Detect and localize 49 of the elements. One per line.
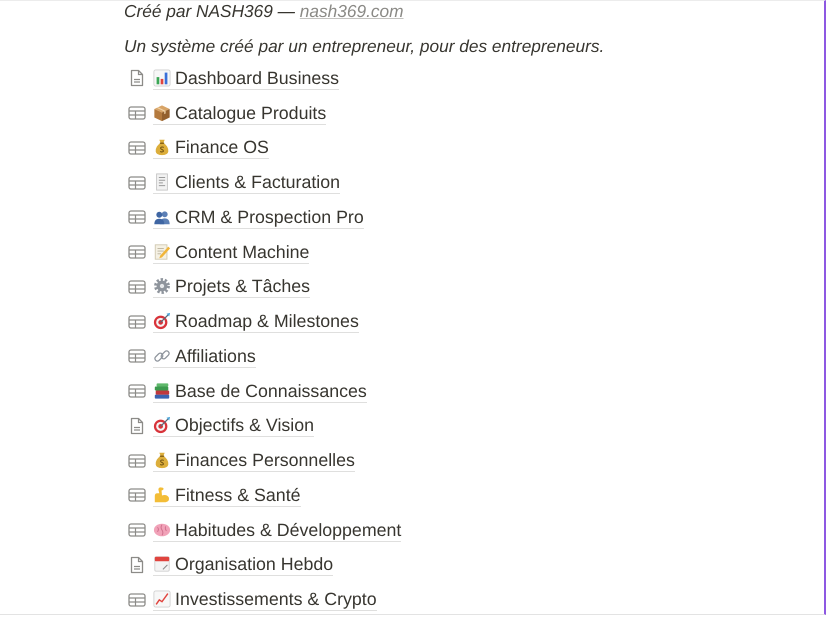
page-link[interactable]: Catalogue Produits — [153, 102, 326, 125]
rising-chart-icon — [153, 590, 171, 608]
brain-icon — [153, 520, 171, 539]
page-link[interactable]: Clients & Facturation — [153, 171, 340, 194]
receipt-icon — [153, 173, 171, 192]
money-bag-icon — [153, 451, 171, 470]
page-link[interactable]: Fitness & Santé — [153, 484, 301, 507]
document-icon — [128, 416, 146, 435]
table-icon — [128, 452, 146, 470]
page-link[interactable]: Finances Personnelles — [153, 449, 355, 472]
table-icon — [128, 138, 146, 157]
credit-line: Créé par NASH369 — nash369.com — [124, 1, 404, 21]
books-icon — [153, 382, 171, 400]
document-icon — [128, 556, 146, 574]
table-icon — [128, 104, 146, 122]
page-link[interactable]: Investissements & Crypto — [153, 588, 377, 612]
gear-icon — [153, 277, 171, 296]
money-bag-icon — [153, 138, 171, 156]
page-link[interactable]: Roadmap & Milestones — [153, 310, 359, 334]
page-link[interactable]: Organisation Hebdo — [153, 553, 334, 576]
page-link[interactable]: Objectifs & Vision — [153, 414, 314, 438]
table-icon — [128, 347, 146, 366]
page-link[interactable]: Affiliations — [153, 344, 256, 368]
bar-chart-icon — [153, 68, 171, 87]
target-icon — [153, 416, 171, 434]
table-icon — [128, 590, 146, 609]
table-icon — [128, 174, 146, 192]
page-link[interactable]: Habitudes & Développement — [153, 518, 402, 542]
page-link[interactable]: Content Machine — [153, 240, 310, 264]
website-link[interactable]: nash369.com — [300, 1, 404, 21]
table-icon — [128, 486, 146, 504]
tagline-text: Un système créé par un entrepreneur, pour des entrepreneurs. — [124, 36, 604, 56]
table-icon — [128, 312, 146, 331]
table-icon — [128, 278, 146, 296]
flexed-arm-icon — [153, 486, 171, 504]
page-link[interactable]: Base de Connaissances — [153, 380, 367, 403]
page-link[interactable]: CRM & Prospection Pro — [153, 206, 364, 229]
package-icon — [153, 104, 171, 122]
table-icon — [128, 382, 146, 400]
table-icon — [128, 208, 146, 226]
page-link[interactable]: Projets & Tâches — [153, 275, 310, 298]
table-icon — [128, 243, 146, 262]
calendar-icon — [153, 555, 171, 574]
document-icon — [128, 69, 146, 88]
memo-icon — [153, 242, 171, 261]
page-link[interactable]: Dashboard Business — [153, 66, 340, 90]
page-link[interactable]: Finance OS — [153, 136, 269, 160]
table-icon — [128, 521, 146, 540]
target-icon — [153, 312, 171, 330]
